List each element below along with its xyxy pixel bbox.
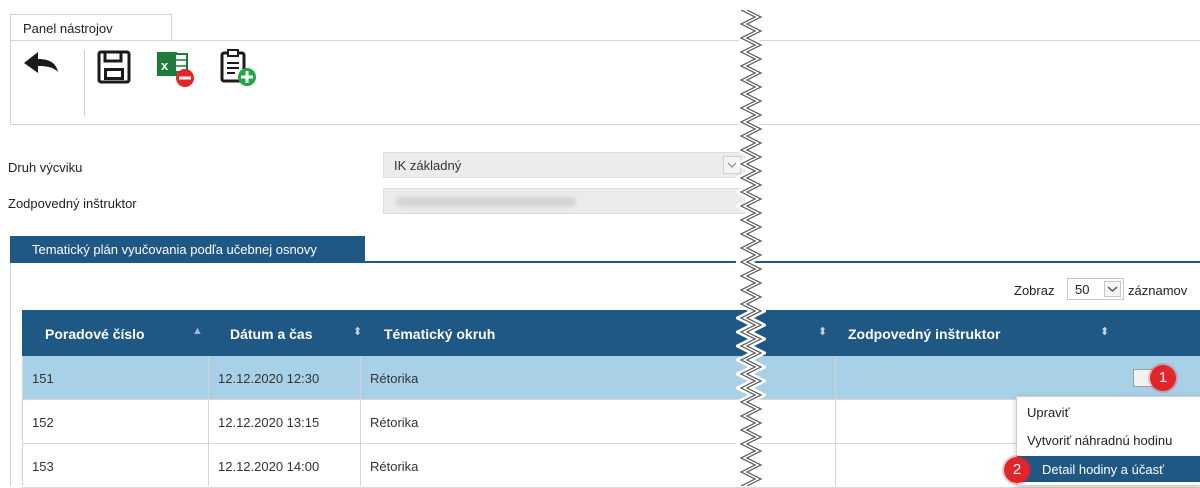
cell-number: 151 (32, 371, 54, 386)
menu-item-detail-attendance[interactable]: Detail hodiny a účasť (1017, 456, 1200, 482)
cell-topic: Rétorika (370, 459, 419, 474)
clipboard-add-icon[interactable] (218, 47, 260, 92)
toolbar-tab-label: Panel nástrojov (23, 21, 113, 36)
training-type-value: IK základný (394, 158, 462, 173)
instructor-field[interactable] (383, 188, 745, 214)
cell-datetime: 12.12.2020 13:15 (218, 415, 320, 430)
callout-badge-2: 2 (1004, 457, 1030, 483)
menu-item-edit[interactable]: Upraviť (1017, 399, 1200, 425)
menu-item-create-replacement[interactable]: Vytvoriť náhradnú hodinu (1017, 427, 1200, 453)
training-type-label: Druh výcviku (8, 160, 83, 175)
page-length-select[interactable]: 50 (1067, 278, 1124, 300)
sort-icon[interactable]: ⬍ (353, 325, 362, 338)
excel-export-icon[interactable]: x (155, 48, 195, 91)
cell-datetime: 12.12.2020 14:00 (218, 459, 320, 474)
table-row[interactable]: 151 12.12.2020 12:30 Rétorika (22, 356, 1200, 400)
cell-number: 153 (32, 459, 54, 474)
column-header-datetime[interactable]: Dátum a čas (230, 310, 312, 356)
column-divider (360, 356, 361, 486)
sort-icon[interactable]: ⬍ (818, 325, 827, 338)
instructor-label: Zodpovedný inštruktor (8, 196, 137, 211)
cell-topic: Rétorika (370, 415, 419, 430)
back-arrow-icon[interactable] (20, 48, 60, 81)
column-header-topic[interactable]: Tématický okruh (384, 310, 495, 356)
column-divider (835, 356, 836, 486)
table-header: Poradové číslo ▲ Dátum a čas ⬍ Tématický… (22, 310, 1200, 356)
column-divider (22, 356, 23, 486)
blurred-instructor-name (396, 197, 576, 207)
page-length-prefix: Zobraz (1014, 283, 1055, 298)
training-type-select[interactable]: IK základný (383, 152, 745, 178)
svg-text:x: x (161, 58, 169, 73)
column-header-number[interactable]: Poradové číslo (45, 310, 145, 356)
sort-icon[interactable]: ⬍ (1100, 325, 1109, 338)
save-disk-icon[interactable] (97, 50, 131, 87)
column-divider (208, 356, 209, 486)
cell-number: 152 (32, 415, 54, 430)
toolbar-tab[interactable]: Panel nástrojov (10, 14, 172, 41)
chevron-down-icon[interactable] (1104, 281, 1121, 297)
toolbar-separator (84, 50, 85, 116)
cell-topic: Rétorika (370, 371, 419, 386)
page-length-suffix: záznamov (1128, 283, 1188, 298)
page-length-value: 50 (1075, 282, 1090, 297)
column-header-instructor[interactable]: Zodpovedný inštruktor (848, 310, 1000, 356)
tab-thematic-plan-label: Tematický plán vyučovania podľa učebnej … (32, 242, 317, 257)
screenshot-break-zigzag (736, 10, 766, 486)
callout-badge-1: 1 (1150, 365, 1176, 391)
context-menu: Upraviť Vytvoriť náhradnú hodinu Detail … (1016, 396, 1200, 486)
cell-datetime: 12.12.2020 12:30 (218, 371, 320, 386)
sort-ascending-icon[interactable]: ▲ (192, 325, 203, 337)
tab-thematic-plan[interactable]: Tematický plán vyučovania podľa učebnej … (10, 236, 365, 262)
